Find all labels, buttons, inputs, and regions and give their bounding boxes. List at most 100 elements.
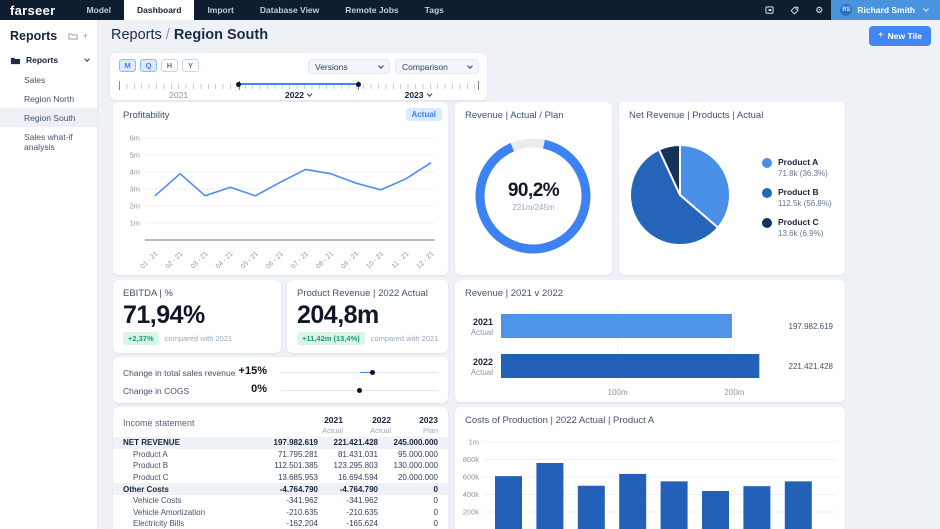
- app-root: farseer Model Dashboard Import Database …: [0, 0, 940, 529]
- tile-revenue-gauge[interactable]: Revenue | Actual / Plan 90,2% 221m/245m: [455, 102, 612, 275]
- tab-database-view[interactable]: Database View: [247, 0, 332, 20]
- chevron-down-icon: [427, 91, 433, 97]
- table-row[interactable]: Product A71.795.28181.431.03195.000.000: [113, 449, 448, 461]
- sidebar-item-sales-what-if[interactable]: Sales what-if analysis: [0, 127, 97, 156]
- row-value: 221.421.428: [318, 438, 378, 447]
- granularity-month-button[interactable]: M: [119, 59, 136, 72]
- table-row[interactable]: Vehicle Amortization-210.635-210.6350: [113, 507, 448, 519]
- row-label: Electricity Bills: [123, 519, 258, 528]
- svg-text:Actual: Actual: [471, 328, 493, 337]
- row-value: -165.624: [318, 519, 378, 528]
- row-value: 13.685.953: [258, 473, 318, 482]
- svg-text:06 - 21: 06 - 21: [265, 250, 285, 270]
- tile-net-revenue-pie[interactable]: Net Revenue | Products | Actual Product …: [619, 102, 845, 275]
- top-navbar: farseer Model Dashboard Import Database …: [0, 0, 940, 20]
- table-row[interactable]: Electricity Bills-162.204-165.6240: [113, 518, 448, 529]
- year-label-2021[interactable]: 2021: [169, 90, 188, 100]
- sidebar-item-sales[interactable]: Sales: [0, 70, 97, 89]
- tab-import[interactable]: Import: [194, 0, 246, 20]
- app-logo: farseer: [0, 0, 73, 20]
- chevron-down-icon: [307, 91, 313, 97]
- legend-entry[interactable]: Product C13.6k (6.9%): [762, 217, 832, 238]
- svg-text:100m: 100m: [608, 388, 628, 397]
- legend-entry[interactable]: Product B112.5k (56.8%): [762, 187, 832, 208]
- sidebar-root-label: Reports: [26, 55, 76, 65]
- table-row[interactable]: NET REVENUE197.982.619221.421.428245.000…: [113, 437, 448, 449]
- granularity-quarter-button[interactable]: Q: [140, 59, 157, 72]
- svg-text:2m: 2m: [130, 202, 140, 211]
- tab-model[interactable]: Model: [73, 0, 124, 20]
- tile-costs-production[interactable]: Costs of Production | 2022 Actual | Prod…: [455, 407, 845, 529]
- tile-ebitda[interactable]: EBITDA | % 71,94% +2,37% compared with 2…: [113, 280, 281, 353]
- legend-dot: [762, 218, 772, 228]
- row-label: Other Costs: [123, 485, 258, 494]
- add-report-icon[interactable]: +: [83, 31, 88, 41]
- svg-text:05 - 21: 05 - 21: [240, 250, 260, 270]
- revenue-compare-bar-chart: 100m200m2021Actual197.982.6192022Actual2…: [463, 302, 837, 398]
- legend-dot: [762, 188, 772, 198]
- tile-profitability[interactable]: Profitability Actual 6m5m4m3m2m1m01 - 21…: [113, 102, 448, 275]
- breadcrumb-root[interactable]: Reports: [111, 27, 162, 43]
- legend-entry[interactable]: Product A71.8k (36.3%): [762, 157, 832, 178]
- table-row[interactable]: Product C13.685.95316.694.59420.000.000: [113, 472, 448, 484]
- row-value: 0: [378, 485, 438, 494]
- row-value: -4.764.790: [258, 485, 318, 494]
- income-statement-rows: NET REVENUE197.982.619221.421.428245.000…: [113, 437, 448, 529]
- table-row[interactable]: Other Costs-4.764.790-4.764.7900: [113, 483, 448, 495]
- settings-gear-icon[interactable]: ⚙: [807, 0, 831, 20]
- timeline-handle-start[interactable]: [236, 82, 241, 87]
- legend-label: Product C: [778, 217, 832, 227]
- gauge-text: 90,2% 221m/245m: [455, 180, 612, 212]
- year-label-2022[interactable]: 2022: [285, 90, 312, 100]
- profitability-line-chart: 6m5m4m3m2m1m01 - 2102 - 2103 - 2104 - 21…: [119, 126, 442, 273]
- sidebar-item-region-north[interactable]: Region North: [0, 89, 97, 108]
- tag-icon[interactable]: [782, 0, 807, 20]
- slider-row-cogs: Change in COGS 0%: [123, 383, 438, 397]
- slider-track[interactable]: [281, 372, 438, 374]
- svg-text:1m: 1m: [130, 219, 140, 228]
- svg-text:200k: 200k: [463, 508, 480, 517]
- sidebar-item-region-south[interactable]: Region South: [0, 108, 97, 127]
- tab-tags[interactable]: Tags: [412, 0, 457, 20]
- granularity-year-button[interactable]: Y: [182, 59, 199, 72]
- timeline-handle-end[interactable]: [356, 82, 361, 87]
- timeline-slider[interactable]: 2021 2022 2023: [119, 79, 478, 98]
- tile-title: Revenue | 2021 v 2022: [455, 280, 845, 299]
- costs-production-bar-chart: 1m800k600k400k200k: [459, 434, 841, 529]
- sidebar-header: Reports +: [0, 20, 97, 50]
- slider-row-sales-revenue: Change in total sales revenue +15%: [123, 365, 438, 379]
- chevron-down-icon: [84, 56, 90, 62]
- year-label-2023[interactable]: 2023: [405, 90, 432, 100]
- slider-handle[interactable]: [370, 370, 376, 376]
- timeline-selection[interactable]: [239, 83, 359, 85]
- tile-title: Costs of Production | 2022 Actual | Prod…: [455, 407, 845, 426]
- column-header-2023: 2023 Plan: [378, 415, 438, 435]
- svg-text:10 - 21: 10 - 21: [365, 250, 385, 270]
- pie-legend: Product A71.8k (36.3%) Product B112.5k (5…: [762, 157, 832, 247]
- sidebar-item-reports-root[interactable]: Reports: [0, 50, 97, 70]
- new-tile-button[interactable]: + New Tile: [869, 26, 931, 46]
- comparison-dropdown[interactable]: Comparison: [395, 59, 479, 74]
- row-value: 16.694.594: [318, 473, 378, 482]
- actual-badge: Actual: [406, 108, 442, 121]
- slider-handle[interactable]: [357, 388, 363, 394]
- user-menu[interactable]: RS Richard Smith: [831, 0, 940, 20]
- tile-product-revenue[interactable]: Product Revenue | 2022 Actual 204,8m +11…: [287, 280, 448, 353]
- tile-what-if-sliders[interactable]: Change in total sales revenue +15% Chang…: [113, 357, 448, 403]
- tab-remote-jobs[interactable]: Remote Jobs: [332, 0, 411, 20]
- kpi-value: 204,8m: [297, 301, 379, 330]
- tab-dashboard[interactable]: Dashboard: [124, 0, 194, 20]
- folder-icon[interactable]: [68, 32, 78, 40]
- gauge-value: 90,2%: [455, 180, 612, 202]
- tile-income-statement[interactable]: Income statement 2021 Actual 2022 Actual…: [113, 407, 448, 529]
- versions-dropdown[interactable]: Versions: [308, 59, 390, 74]
- table-row[interactable]: Product B112.501.385123.295.803130.000.0…: [113, 460, 448, 472]
- granularity-half-button[interactable]: H: [161, 59, 178, 72]
- row-value: 0: [378, 519, 438, 528]
- table-row[interactable]: Vehicle Costs-341.962-341.9620: [113, 495, 448, 507]
- plus-icon: +: [878, 33, 884, 39]
- slider-track[interactable]: [281, 390, 438, 392]
- svg-text:04 - 21: 04 - 21: [215, 250, 235, 270]
- tile-revenue-compare[interactable]: Revenue | 2021 v 2022 100m200m2021Actual…: [455, 280, 845, 402]
- feedback-icon[interactable]: [757, 0, 782, 20]
